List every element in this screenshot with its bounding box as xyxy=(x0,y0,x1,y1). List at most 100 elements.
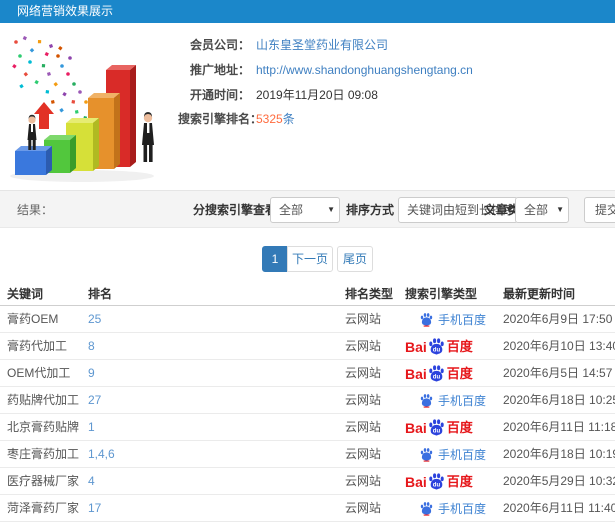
header-rank-type: 排名类型 xyxy=(345,287,394,301)
engine-filter-label: 分搜索引擎查看 xyxy=(193,203,278,217)
info-section: 会员公司： 山东皇圣堂药业有限公司 推广地址： http://www.shand… xyxy=(0,23,615,190)
rank-type-cell: 云网站 xyxy=(345,339,382,353)
engine-cell: 手机百度 xyxy=(405,387,486,414)
header-keyword: 关键词 xyxy=(7,287,44,301)
rank-link[interactable]: 1 xyxy=(88,414,95,440)
engine-label: 手机百度 xyxy=(438,501,487,516)
result-label: 结果： xyxy=(17,203,54,217)
engine-label: 手机百度 xyxy=(438,312,487,327)
engine-cell: Bai du 百度 xyxy=(405,360,473,387)
rank-type-cell: 云网站 xyxy=(345,366,382,380)
table-row: 菏泽膏药厂家 17 云网站 手机百度 2020年6月11日 11:40 xyxy=(0,495,615,522)
chevron-down-icon: ▼ xyxy=(327,205,335,214)
rank-count-value: 5325条 xyxy=(256,110,295,128)
keyword-cell: 膏药代加工 xyxy=(7,339,68,353)
chevron-down-icon: ▼ xyxy=(556,205,564,214)
open-time-value: 2019年11月20日 09:08 xyxy=(256,88,378,102)
keyword-cell: 药贴牌代加工 xyxy=(7,393,80,407)
confetti-dots xyxy=(12,36,88,120)
header-rank: 排名 xyxy=(88,287,113,301)
rank-link[interactable]: 8 xyxy=(88,333,95,359)
page-next-button[interactable]: 下一页 xyxy=(287,246,333,272)
rank-link[interactable]: 1,4,6 xyxy=(88,441,115,467)
article-type-value: 全部 xyxy=(524,203,549,217)
engine-filter-value: 全部 xyxy=(279,203,304,217)
baidu-logo: Bai du 百度 xyxy=(405,468,473,495)
rank-type-cell: 云网站 xyxy=(345,501,382,515)
rank-type-cell: 云网站 xyxy=(345,420,382,434)
updated-cell: 2020年6月5日 14:57 xyxy=(503,366,613,380)
table-header-row: 关键词 排名 排名类型 搜索引擎类型 最新更新时间 xyxy=(0,283,615,306)
page-title: 网络营销效果展示 xyxy=(17,4,114,18)
baidu-cn-text: 百度 xyxy=(446,338,473,354)
growth-chart-illustration xyxy=(10,36,154,182)
engine-label: 手机百度 xyxy=(438,393,487,408)
promo-url-label: 推广地址： xyxy=(189,63,250,77)
updated-cell: 2020年5月29日 10:32 xyxy=(503,474,615,488)
rank-link[interactable]: 9 xyxy=(88,360,95,386)
baidu-paw-icon: du xyxy=(429,365,444,382)
rank-count-unit: 条 xyxy=(282,112,295,126)
baidu-paw-icon: du xyxy=(429,338,444,355)
mobile-baidu-logo: 手机百度 xyxy=(419,387,486,414)
baidu-paw-icon: du xyxy=(429,473,444,490)
table-row: 北京膏药贴牌 1 云网站 Bai du 百度 2020年6月11日 11:18 xyxy=(0,414,615,441)
baidu-logo: Bai du 百度 xyxy=(405,333,473,360)
bar-blue xyxy=(15,146,52,175)
svg-text:du: du xyxy=(433,427,441,434)
keyword-cell: 医疗器械厂家 xyxy=(7,474,80,488)
updated-cell: 2020年6月10日 13:40 xyxy=(503,339,615,353)
mobile-baidu-logo: 手机百度 xyxy=(419,495,486,522)
rank-count-number: 5325 xyxy=(256,112,283,126)
rank-link[interactable]: 27 xyxy=(88,387,101,413)
svg-text:du: du xyxy=(433,481,441,488)
keyword-cell: 北京膏药贴牌 xyxy=(7,420,80,434)
baidu-logo: Bai du 百度 xyxy=(405,360,473,387)
updated-cell: 2020年6月9日 17:50 xyxy=(503,312,613,326)
rank-type-cell: 云网站 xyxy=(345,312,382,326)
keyword-cell: 枣庄膏药加工 xyxy=(7,447,80,461)
rank-link[interactable]: 25 xyxy=(88,306,101,332)
table-row: 膏药OEM 25 云网站 手机百度 2020年6月9日 17:50 xyxy=(0,306,615,333)
filter-bar: 结果： 分搜索引擎查看 全部 ▼ 排序方式 关键词由短到长排序 ▼ 文章类型 全… xyxy=(0,190,615,228)
article-type-select[interactable]: 全部 ▼ xyxy=(515,197,569,223)
businessman-right xyxy=(142,112,154,162)
engine-label: 手机百度 xyxy=(438,447,487,462)
rank-link[interactable]: 4 xyxy=(88,468,95,494)
rank-type-cell: 云网站 xyxy=(345,447,382,461)
baidu-bai-text: Bai xyxy=(405,338,427,355)
rank-count-label: 搜索引擎排名： xyxy=(178,112,263,126)
rank-type-cell: 云网站 xyxy=(345,393,382,407)
company-label: 会员公司： xyxy=(189,38,250,52)
promo-url-link[interactable]: http://www.shandonghuangshengtang.cn xyxy=(256,61,473,79)
header-engine-type: 搜索引擎类型 xyxy=(405,287,478,301)
updated-cell: 2020年6月18日 10:19 xyxy=(503,447,615,461)
table-row: 枣庄膏药加工 1,4,6 云网站 手机百度 2020年6月18日 10:19 xyxy=(0,441,615,468)
company-name-link[interactable]: 山东皇圣堂药业有限公司 xyxy=(256,36,388,54)
baidu-paw-icon xyxy=(420,448,433,462)
mobile-baidu-logo: 手机百度 xyxy=(419,306,486,333)
keyword-cell: OEM代加工 xyxy=(7,366,71,380)
table-row: 药贴牌代加工 27 云网站 手机百度 2020年6月18日 10:25 xyxy=(0,387,615,414)
svg-text:du: du xyxy=(433,373,441,380)
updated-cell: 2020年6月11日 11:18 xyxy=(503,420,615,434)
up-arrow-icon xyxy=(34,102,54,129)
rank-link[interactable]: 17 xyxy=(88,495,101,521)
page-last-button[interactable]: 尾页 xyxy=(337,246,373,272)
keyword-cell: 菏泽膏药厂家 xyxy=(7,501,80,515)
page-current-button[interactable]: 1 xyxy=(262,246,288,272)
keyword-cell: 膏药OEM xyxy=(7,312,59,326)
submit-button[interactable]: 提交 xyxy=(584,197,615,223)
baidu-paw-icon xyxy=(420,394,433,408)
baidu-cn-text: 百度 xyxy=(446,365,473,381)
baidu-bai-text: Bai xyxy=(405,473,427,490)
engine-filter-select[interactable]: 全部 ▼ xyxy=(270,197,340,223)
page-root: { "header": { "title": "网络营销效果展示", "bg_c… xyxy=(0,0,615,522)
baidu-cn-text: 百度 xyxy=(446,473,473,489)
baidu-paw-icon xyxy=(420,313,433,327)
updated-cell: 2020年6月11日 11:40 xyxy=(503,501,615,515)
engine-cell: 手机百度 xyxy=(405,306,486,333)
baidu-bai-text: Bai xyxy=(405,365,427,382)
open-time-label: 开通时间： xyxy=(189,88,250,102)
baidu-bai-text: Bai xyxy=(405,419,427,436)
